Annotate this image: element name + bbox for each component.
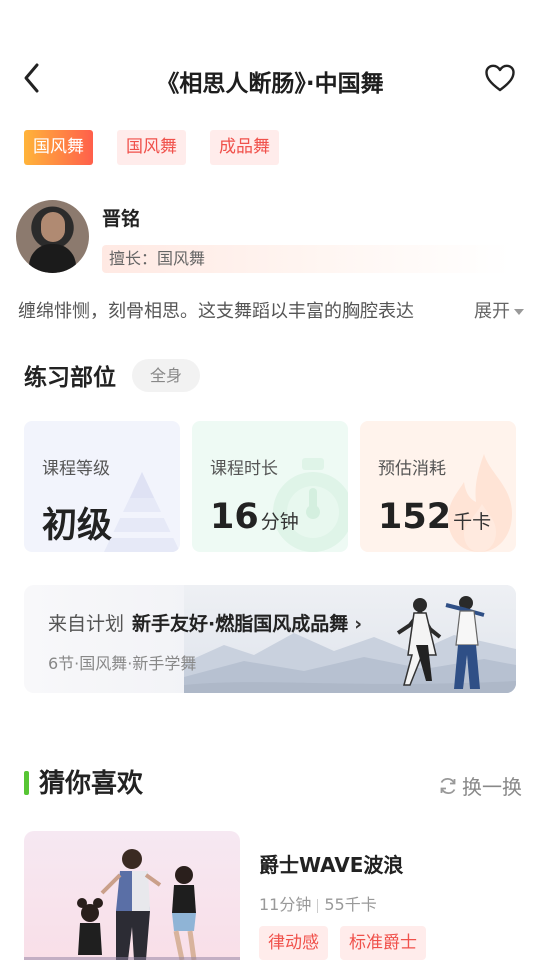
section-accent-bar [24,771,29,795]
course-tags: 国风舞 国风舞 成品舞 [24,130,279,165]
recommend-header: 猜你喜欢 换一换 [24,763,522,803]
teacher-card[interactable]: 晋铭 擅长：国风舞 [16,200,526,280]
plan-card[interactable]: 来自计划 新手友好·燃脂国风成品舞 › 6节·国风舞·新手学舞 [24,585,516,693]
calorie-card: 预估消耗 152 千卡 [360,421,516,552]
calorie-value: 152 [378,497,452,537]
plan-title: 来自计划 新手友好·燃脂国风成品舞 › [48,609,362,636]
top-bar: 《相思人断肠》·中国舞 [0,48,540,110]
course-stats: 课程等级 初级 课程时长 16 分钟 预估消耗 152 千卡 [24,421,516,552]
refresh-icon [440,777,456,794]
stat-value: 152 千卡 [378,497,491,537]
duration-value: 16 [210,497,259,537]
divider [317,898,319,913]
teacher-specialty: 擅长：国风舞 [102,245,510,273]
page-title: 《相思人断肠》·中国舞 [156,71,384,97]
course-calories: 55千卡 [324,895,377,914]
favorite-button[interactable] [484,62,516,94]
plan-name: 新手友好·燃脂国风成品舞 [132,613,349,635]
course-title[interactable]: 爵士WAVE波浪 [259,849,403,878]
stat-unit: 分钟 [260,511,299,533]
stat-value: 16 分钟 [210,497,299,537]
teacher-name[interactable]: 晋铭 [102,204,140,231]
body-part-badge: 全身 [132,358,201,392]
practice-parts: 练习部位 全身 [24,358,201,392]
stat-label: 课程时长 [210,459,278,479]
stat-unit: 千卡 [453,511,492,533]
chevron-right-icon: › [354,613,363,635]
course-tag[interactable]: 国风舞 [24,130,93,165]
course-thumbnail[interactable] [24,831,240,960]
section-title: 猜你喜欢 [39,769,144,799]
avatar-body [29,244,76,273]
stat-value: 初级 [42,497,114,548]
duration-card: 课程时长 16 分钟 [192,421,348,552]
course-tag[interactable]: 标准爵士 [340,926,426,960]
course-tags: 律动感 标准爵士 [259,926,426,960]
course-meta: 11分钟 55千卡 [259,891,377,915]
expand-button[interactable]: 展开 [472,297,524,323]
avatar-head [41,212,65,242]
section-title: 练习部位 [24,365,116,391]
description-text: 缠绵悱恻，刻骨相思。这支舞蹈以丰富的胸腔表达 [18,301,414,322]
course-duration: 11分钟 [259,895,312,914]
course-description: 缠绵悱恻，刻骨相思。这支舞蹈以丰富的胸腔表达 展开 [18,297,524,323]
plan-prefix: 来自计划 [48,613,125,635]
caret-down-icon [514,309,524,315]
course-tag[interactable]: 成品舞 [210,130,279,165]
avatar[interactable] [16,200,89,273]
stat-label: 预估消耗 [378,459,446,479]
course-tag[interactable]: 国风舞 [117,130,186,165]
recommendation-card[interactable]: 爵士WAVE波浪 11分钟 55千卡 律动感 标准爵士 [24,831,524,960]
course-tag[interactable]: 律动感 [259,926,328,960]
refresh-button[interactable]: 换一换 [438,771,522,800]
expand-label: 展开 [474,301,510,322]
level-value: 初级 [42,506,113,546]
level-card: 课程等级 初级 [24,421,180,552]
heart-outline-icon [485,64,515,92]
stat-label: 课程等级 [42,459,110,479]
plan-cover-image [184,585,516,693]
refresh-label: 换一换 [462,775,522,799]
dancers-image [24,849,240,960]
plan-subtitle: 6节·国风舞·新手学舞 [48,654,197,673]
